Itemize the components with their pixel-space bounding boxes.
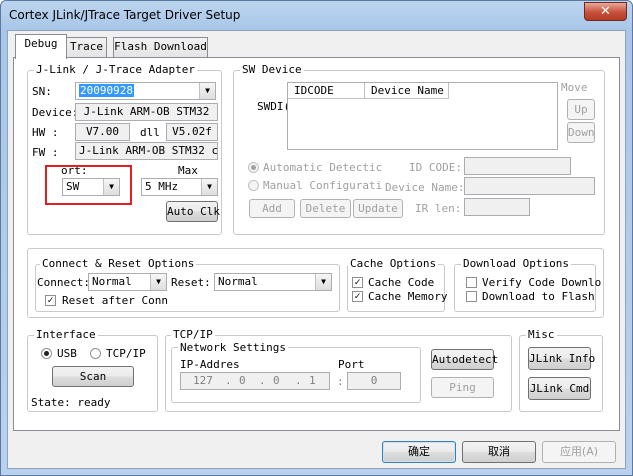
reset-label: Reset: — [171, 276, 211, 289]
title-bar[interactable]: Cortex JLink/JTrace Target Driver Setup … — [1, 1, 633, 31]
chevron-down-icon[interactable]: ▼ — [150, 274, 166, 290]
tab-trace[interactable]: Trace — [66, 37, 107, 58]
automatic-detection-label: Automatic Detectic — [263, 161, 383, 174]
interface-group-label: Interface — [34, 328, 98, 341]
cache-memory-checkbox[interactable]: ✓ — [352, 291, 363, 302]
ip-octet-4: 1 — [309, 374, 316, 387]
fw-field: J-Link ARM-OB STM32 comp — [75, 142, 218, 160]
scan-button[interactable]: Scan — [52, 366, 134, 387]
manual-configuration-label: Manual Configurati — [263, 179, 383, 192]
close-button[interactable]: ✕ — [584, 2, 627, 21]
move-down-button[interactable]: Down — [567, 122, 595, 143]
chevron-down-icon[interactable]: ▼ — [201, 179, 217, 195]
auto-clk-button[interactable]: Auto Clk — [166, 201, 220, 222]
usb-radio[interactable] — [41, 348, 52, 359]
chevron-down-icon[interactable]: ▼ — [199, 83, 215, 99]
connect-label: Connect: — [37, 276, 90, 289]
ir-len-label: IR len: — [415, 202, 462, 215]
ir-len-field[interactable] — [464, 198, 530, 216]
ip-octet-2: 0 — [239, 374, 246, 387]
download-options-group-label: Download Options — [461, 257, 571, 270]
id-code-label: ID CODE: — [409, 161, 462, 174]
apply-button[interactable]: 应用(A) — [542, 441, 616, 463]
max-label: Max — [178, 164, 198, 177]
connect-value: Normal — [92, 275, 132, 288]
column-header-device-name[interactable]: Device Name — [365, 83, 449, 99]
delete-button[interactable]: Delete — [300, 199, 351, 218]
ok-button[interactable]: 确定 — [382, 441, 456, 463]
update-button[interactable]: Update — [353, 199, 403, 218]
window-title: Cortex JLink/JTrace Target Driver Setup — [9, 8, 241, 22]
state-label: State: ready — [31, 396, 111, 409]
tab-flash-download[interactable]: Flash Download — [113, 37, 208, 58]
ping-button[interactable]: Ping — [431, 377, 494, 398]
ip-address-field[interactable]: 127 . 0 . 0 . 1 — [180, 372, 330, 390]
tcpip-group-label: TCP/IP — [171, 328, 215, 341]
device-name-label: Device Name: — [385, 181, 465, 194]
id-code-field[interactable] — [464, 157, 571, 175]
move-up-button[interactable]: Up — [567, 99, 595, 120]
network-settings-label: Network Settings — [178, 341, 288, 354]
manual-configuration-radio[interactable] — [248, 180, 259, 191]
usb-label: USB — [57, 347, 77, 360]
ip-octet-1: 127 — [193, 374, 213, 387]
sn-label: SN: — [32, 85, 52, 98]
hw-field: V7.00 — [75, 123, 130, 141]
sn-select[interactable]: 20090928 ▼ — [75, 82, 216, 100]
download-to-flash-checkbox[interactable] — [466, 291, 477, 302]
ip-address-label: IP-Addres — [180, 358, 240, 371]
connect-select[interactable]: Normal ▼ — [88, 273, 167, 291]
tab-debug[interactable]: Debug — [15, 34, 67, 59]
highlight-box — [45, 165, 132, 205]
ip-octet-3: 0 — [273, 374, 280, 387]
jlink-cmd-button[interactable]: JLink Cmd — [528, 377, 591, 400]
download-to-flash-label: Download to Flash — [482, 290, 595, 303]
misc-group-label: Misc — [526, 328, 557, 341]
debug-tab-panel: J-Link / J-Trace Adapter SN: 20090928 ▼ … — [13, 57, 620, 431]
fw-label: FW : — [32, 146, 59, 159]
move-label: Move — [561, 81, 588, 94]
max-clock-select[interactable]: 5 MHz ▼ — [141, 178, 218, 196]
column-header-idcode[interactable]: IDCODE — [288, 83, 365, 99]
verify-code-download-label: Verify Code Downlo — [482, 276, 602, 289]
cache-options-group-label: Cache Options — [348, 257, 439, 270]
port-number-label: Port — [338, 358, 365, 371]
connect-reset-group-label: Connect & Reset Options — [40, 257, 197, 270]
reset-value: Normal — [218, 275, 258, 288]
device-name-field[interactable] — [464, 177, 595, 195]
automatic-detection-radio[interactable] — [248, 162, 259, 173]
chevron-down-icon[interactable]: ▼ — [315, 274, 331, 290]
dll-label: dll — [140, 126, 160, 139]
tcpip-radio[interactable] — [90, 348, 101, 359]
device-field: J-Link ARM-OB STM32 — [75, 103, 218, 121]
tcpip-label: TCP/IP — [106, 347, 146, 360]
reset-select[interactable]: Normal ▼ — [214, 273, 332, 291]
port-number-field[interactable]: 0 — [347, 372, 401, 390]
cache-code-label: Cache Code — [368, 276, 435, 289]
cancel-button[interactable]: 取消 — [462, 441, 536, 463]
autodetect-button[interactable]: Autodetect — [431, 349, 498, 370]
reset-after-conn-label: Reset after Conn — [62, 294, 168, 307]
cache-code-checkbox[interactable]: ✓ — [352, 277, 363, 288]
device-label: Device: — [32, 106, 79, 119]
dll-field: V5.02f — [166, 123, 218, 141]
sn-value: 20090928 — [79, 84, 134, 97]
jlink-info-button[interactable]: JLink Info — [528, 347, 595, 370]
sw-device-list[interactable]: IDCODE Device Name — [287, 82, 558, 150]
max-clock-value: 5 MHz — [145, 180, 179, 193]
reset-after-conn-checkbox[interactable]: ✓ — [45, 295, 56, 306]
cache-memory-label: Cache Memory — [368, 290, 448, 303]
sw-device-group-label: SW Device — [240, 63, 304, 76]
add-button[interactable]: Add — [249, 199, 295, 218]
swdio-label: SWDI( — [257, 100, 291, 113]
hw-label: HW : — [32, 126, 59, 139]
adapter-group-label: J-Link / J-Trace Adapter — [34, 63, 197, 76]
verify-code-download-checkbox[interactable] — [466, 277, 477, 288]
